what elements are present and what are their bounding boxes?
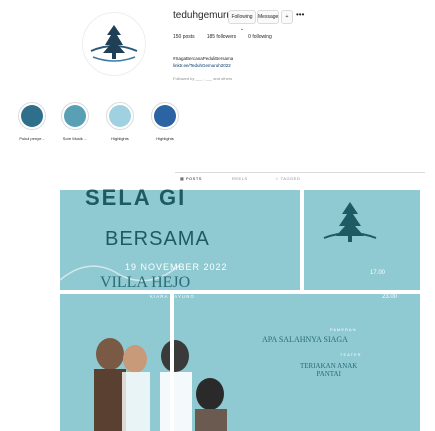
highlight-cover-icon: [154, 105, 176, 127]
tree-logo-icon: [323, 202, 377, 242]
profile-stats: 150 posts 185 followers 0 following: [173, 34, 272, 40]
highlight-1[interactable]: Pukul penye...: [17, 102, 47, 141]
followers-count[interactable]: 185 followers: [207, 34, 236, 40]
highlight-cover-icon: [109, 105, 131, 127]
post-title-bersama: BERSAMA: [105, 228, 210, 250]
post-venue: VILLA HEJO: [100, 274, 191, 291]
highlight-label: Sore Musik ...: [62, 136, 88, 141]
post-section-pameran: PAMERAN: [330, 327, 357, 332]
bio-link[interactable]: linktr.ee/TeduhGemuruh2022: [173, 62, 233, 69]
add-person-button[interactable]: +: [281, 10, 293, 24]
highlight-2[interactable]: Sore Musik ...: [60, 102, 90, 141]
post-event-title-2: TERIAKAN ANAK PANTAI: [300, 362, 358, 378]
bio-hashtag[interactable]: #SagaBercanaPeduliBersama: [173, 55, 233, 62]
posts-count: 150 posts: [173, 34, 195, 40]
followed-by-note[interactable]: Followed by ___ , ___ and others: [173, 76, 232, 81]
post-section-teater: TEATER: [340, 352, 362, 357]
highlight-3[interactable]: Highlights: [105, 102, 135, 141]
post-date: 19 NOVEMBER 2022: [125, 262, 228, 272]
grid-divider: [170, 290, 174, 431]
highlight-cover-icon: [64, 105, 86, 127]
tab-posts[interactable]: ▦ POSTS: [180, 176, 202, 181]
following-button[interactable]: Following ⌄: [228, 10, 256, 32]
grid-divider: [300, 190, 304, 290]
tab-tagged[interactable]: ☆ TAGGED: [275, 176, 300, 181]
post-time: 23.00: [382, 294, 398, 300]
post-time: 17.00: [370, 270, 386, 276]
highlight-cover-icon: [21, 105, 43, 127]
post-location: KIARA PAYUNG: [150, 294, 195, 299]
profile-avatar[interactable]: [82, 12, 146, 76]
highlight-4[interactable]: Highlights: [150, 102, 180, 141]
more-options-icon[interactable]: •••: [296, 10, 304, 19]
performers-photo-icon: [94, 338, 227, 431]
tabs-divider: [175, 172, 425, 173]
message-button[interactable]: Message: [257, 10, 279, 24]
post-tile-2[interactable]: [60, 294, 420, 431]
highlight-label: Pukul penye...: [19, 136, 45, 141]
highlight-label: Highlights: [156, 136, 174, 141]
add-user-icon: +: [285, 14, 289, 20]
post-event-title: APA SALAHNYA SIAGA: [262, 335, 348, 344]
following-count[interactable]: 0 following: [248, 34, 272, 40]
tab-reels[interactable]: REELS: [232, 176, 248, 181]
highlight-label: Highlights: [111, 136, 129, 141]
post-title-sela: SELA GI: [85, 185, 187, 210]
profile-bio: #SagaBercanaPeduliBersama linktr.ee/Tedu…: [173, 55, 233, 69]
